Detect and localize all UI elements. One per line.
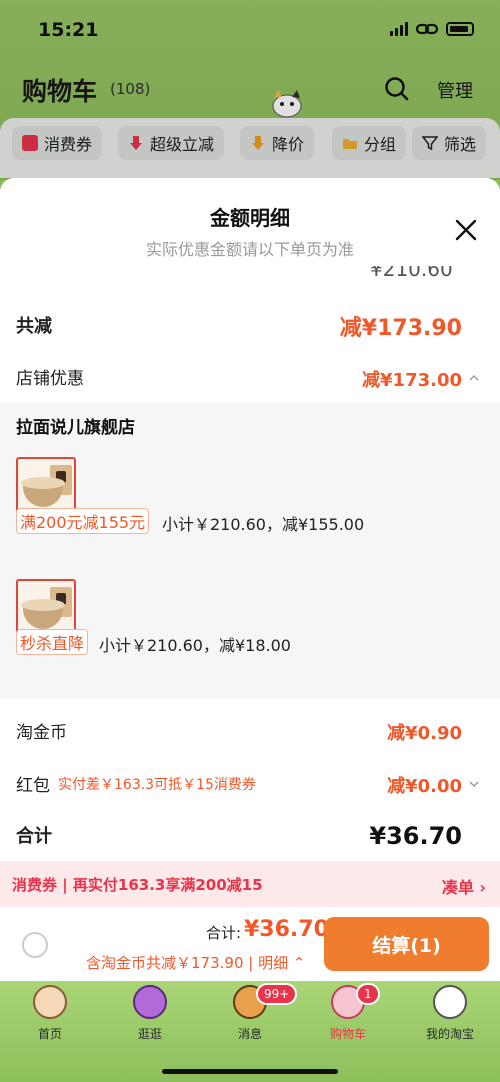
shop-discount-value[interactable]: 减¥173.00 — [362, 366, 462, 392]
home-avatar-icon — [33, 985, 67, 1019]
chevron-down-icon[interactable] — [468, 778, 480, 790]
messages-badge: 99+ — [256, 983, 298, 1005]
home-indicator — [162, 1069, 338, 1074]
tab-label: 我的淘宝 — [425, 1027, 474, 1041]
add-items-link[interactable]: 凑单 › — [442, 874, 486, 898]
my-taobao-avatar-icon — [433, 985, 467, 1019]
sum-label: 合计 — [16, 826, 52, 847]
tab-label: 消息 — [237, 1027, 262, 1041]
red-packet-label: 红包 — [16, 776, 50, 796]
select-all-checkbox[interactable] — [22, 932, 48, 958]
shop-discount-label: 店铺优惠 — [16, 369, 84, 389]
close-icon[interactable] — [452, 216, 480, 244]
tab-home[interactable]: 首页 — [8, 985, 92, 1045]
cart-badge: 1 — [356, 983, 380, 1005]
taojinbi-value: 减¥0.90 — [387, 723, 462, 744]
amount-detail-sheet: 金额明细 实际优惠金额请以下单页为准 ¥210.60 共减 减¥173.90 店… — [0, 178, 500, 908]
promo-tag: 秒杀直降 — [16, 629, 89, 655]
item-subtotal: 小计￥210.60，减¥155.00 — [162, 515, 365, 534]
detail-toggle[interactable]: 含淘金币共减￥173.90 | 明细 ⌃ — [86, 952, 305, 973]
checkout-bar: 合计: ¥36.70 含淘金币共减￥173.90 | 明细 ⌃ 结算(1) — [0, 907, 500, 981]
tab-label: 购物车 — [329, 1027, 366, 1041]
total-label: 合计: — [206, 924, 242, 942]
item-subtotal: 小计￥210.60，减¥18.00 — [99, 636, 291, 655]
browse-avatar-icon — [133, 985, 167, 1019]
coupon-bar[interactable]: 消费券 | 再实付163.3享满200减15 凑单 › — [0, 861, 500, 907]
taojinbi-label: 淘金币 — [16, 723, 67, 743]
clipped-amount: ¥210.60 — [370, 266, 453, 278]
tab-my-taobao[interactable]: 我的淘宝 — [408, 985, 492, 1045]
tab-browse[interactable]: 逛逛 — [108, 985, 192, 1045]
shop-discount-panel: 拉面说儿旗舰店 满200元减155元 小计￥210.60，减¥155.00 秒杀… — [0, 403, 500, 699]
overlay-dim[interactable] — [0, 0, 500, 180]
total-reduce-value: 减¥173.90 — [339, 316, 462, 341]
total-value: ¥36.70 — [244, 917, 329, 942]
tab-bar: 首页 逛逛 消息 99+ 购物车 1 我的淘宝 — [0, 981, 500, 1082]
red-packet-hint: 实付差￥163.3可抵￥15消费券 — [58, 777, 256, 793]
chevron-up-icon[interactable] — [468, 372, 480, 384]
tab-label: 逛逛 — [137, 1027, 162, 1041]
tab-label: 首页 — [37, 1027, 62, 1041]
sheet-title: 金额明细 — [210, 206, 290, 230]
total-reduce-label: 共减 — [16, 316, 52, 337]
checkout-button[interactable]: 结算(1) — [324, 917, 489, 971]
sheet-subtitle: 实际优惠金额请以下单页为准 — [145, 240, 354, 259]
coupon-text: 消费券 | 再实付163.3享满200减15 — [12, 876, 263, 894]
red-packet-value[interactable]: 减¥0.00 — [387, 772, 462, 798]
shop-name: 拉面说儿旗舰店 — [16, 418, 135, 438]
sum-value: ¥36.70 — [369, 822, 462, 850]
promo-tag: 满200元减155元 — [16, 508, 150, 534]
